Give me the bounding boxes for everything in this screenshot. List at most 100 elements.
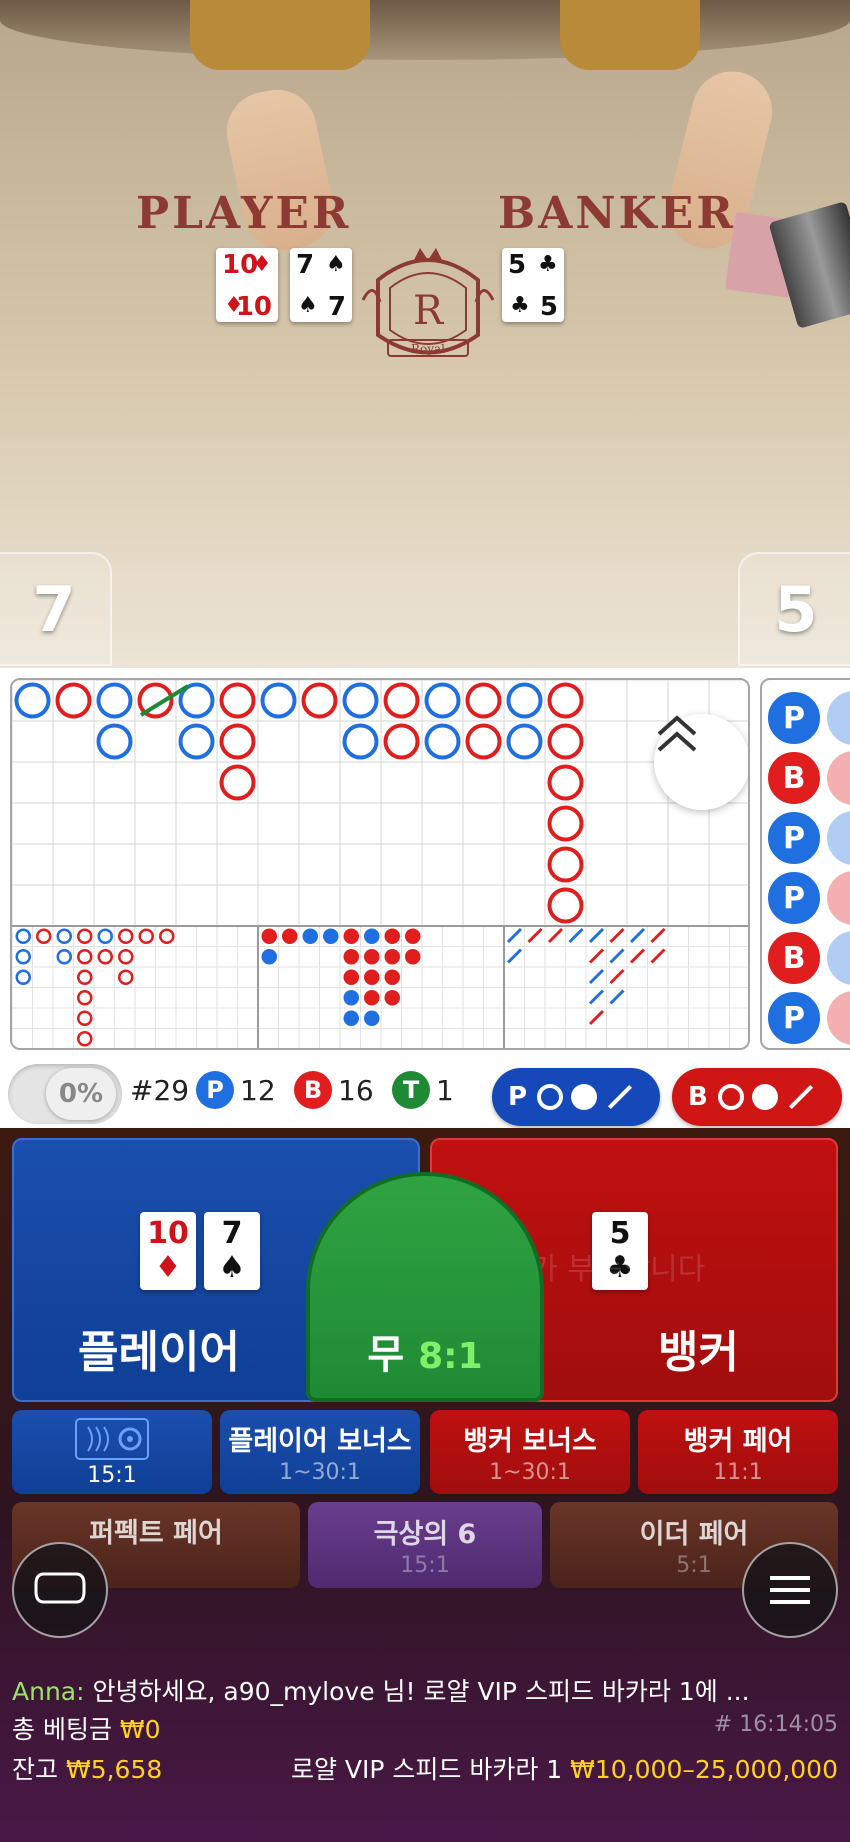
small-road-mark xyxy=(384,990,400,1006)
side-road-scoreboard: PBPPBP xyxy=(766,690,850,1046)
roadmap-stats-bar: 0% #29 P 12 B 16 T 1 P B xyxy=(0,1056,850,1126)
table-card-banker-1: 5 ♣ ♣ 5 xyxy=(502,248,564,322)
cockroach-road-mark xyxy=(609,989,625,1005)
big-road-banker-mark xyxy=(219,682,256,719)
banker-score-display: 5 xyxy=(738,552,850,666)
bead-road-partial-mark xyxy=(827,991,850,1045)
big-road-player-mark xyxy=(96,723,133,760)
super-six-bet[interactable]: 극상의 6 15:1 xyxy=(308,1502,542,1588)
small-road-mark xyxy=(282,928,298,944)
cockroach-road-mark xyxy=(650,927,666,944)
bead-road-banker-mark: B xyxy=(766,750,822,806)
banker-pair-bet[interactable]: 뱅커 페어 11:1 xyxy=(638,1410,838,1494)
big-road-grid[interactable] xyxy=(10,678,750,1050)
big-eye-road-mark xyxy=(118,969,134,985)
big-eye-road-mark xyxy=(97,928,113,944)
bead-road-partial-mark xyxy=(827,751,850,805)
big-road-banker-mark xyxy=(55,682,92,719)
side-road-panel[interactable]: PBPPBP xyxy=(760,678,850,1050)
banker-bonus-bet[interactable]: 뱅커 보너스 1~30:1 xyxy=(430,1410,630,1494)
big-eye-road-mark xyxy=(77,1010,93,1026)
cockroach-road-mark xyxy=(527,927,543,944)
table-card-player-2: 7 ♠ ♠ 7 xyxy=(290,248,352,322)
cockroach-road-mark xyxy=(629,927,646,944)
big-road-banker-mark xyxy=(547,887,584,924)
big-road-banker-mark xyxy=(219,723,256,760)
big-road-player-mark xyxy=(424,682,461,719)
bead-road-partial-mark xyxy=(827,811,850,865)
chat-button[interactable] xyxy=(12,1542,108,1638)
small-road-mark xyxy=(364,949,380,965)
tie-bet-spot[interactable]: 무 8:1 xyxy=(306,1172,544,1402)
hamburger-menu-icon xyxy=(770,1576,810,1604)
big-road-banker-mark xyxy=(547,723,584,760)
big-road-banker-mark xyxy=(547,846,584,883)
svg-text:P: P xyxy=(783,1001,805,1036)
big-road-player-mark xyxy=(506,682,543,719)
small-road-mark xyxy=(364,969,380,985)
table-card-player-1: 10 ♦ ♦ 10 xyxy=(216,248,278,322)
bead-road-player-mark: P xyxy=(766,810,822,866)
small-road-mark xyxy=(364,928,380,944)
small-road-mark xyxy=(405,928,421,944)
svg-text:P: P xyxy=(783,821,805,856)
banker-ask-button[interactable]: B xyxy=(672,1068,842,1126)
svg-text:R: R xyxy=(413,288,445,334)
banker-dot-icon: B xyxy=(294,1071,332,1109)
small-road-mark xyxy=(405,949,421,965)
balance: 잔고 ₩5,658 xyxy=(12,1755,163,1784)
small-road-mark xyxy=(384,969,400,985)
tie-count: T 1 xyxy=(392,1070,454,1110)
tie-dot-icon: T xyxy=(392,1071,430,1109)
big-road-player-mark xyxy=(424,723,461,760)
big-eye-road-mark xyxy=(97,949,113,965)
bead-road-banker-mark: B xyxy=(766,930,822,986)
royal-crest-logo: R Royal xyxy=(361,248,495,357)
big-road-banker-mark xyxy=(465,723,502,760)
table-player-label: PLAYER xyxy=(136,188,352,239)
player-score-display: 7 xyxy=(0,552,112,666)
big-road-player-mark xyxy=(260,682,297,719)
small-road-mark xyxy=(384,949,400,965)
big-road-banker-mark xyxy=(383,682,420,719)
big-eye-road-mark xyxy=(56,949,72,965)
toggle-knob: 0% xyxy=(46,1068,116,1120)
double-chevron-up-icon xyxy=(657,715,697,752)
big-road-banker-mark xyxy=(219,764,256,801)
player-bonus-bet[interactable]: 플레이어 보너스 1~30:1 xyxy=(220,1410,420,1494)
big-eye-road-mark xyxy=(159,928,175,944)
dealer-sleeve-right xyxy=(560,0,700,70)
player-win-count: P 12 xyxy=(196,1070,276,1110)
roadmap-panel: PBPPBP 0% #29 P 12 B 16 T 1 P B xyxy=(0,668,850,1128)
expand-roadmap-button[interactable] xyxy=(654,714,748,810)
dragon-bonus-bet[interactable]: 15:1 xyxy=(12,1410,212,1494)
cockroach-road-mark xyxy=(506,927,523,944)
player-bet-label: 플레이어 xyxy=(78,1327,240,1378)
table-name-and-limits: 로얄 VIP 스피드 바카라 1 ₩10,000–25,000,000 xyxy=(290,1755,838,1784)
small-road-mark xyxy=(343,928,359,944)
small-road-mark xyxy=(384,928,400,944)
chat-bubble-icon xyxy=(34,1572,86,1604)
cockroach-road-mark xyxy=(568,927,584,944)
player-ask-button[interactable]: P xyxy=(492,1068,660,1126)
big-road-player-mark xyxy=(342,723,379,760)
small-road-mark xyxy=(364,1010,380,1026)
big-eye-road-mark xyxy=(77,990,93,1006)
bead-road-partial-mark xyxy=(827,931,850,985)
big-eye-road-mark xyxy=(77,969,93,985)
big-eye-road-mark xyxy=(77,1031,93,1047)
cockroach-road-mark xyxy=(547,927,564,944)
cockroach-road-mark xyxy=(629,948,646,964)
side-bet-logo-icon xyxy=(75,1417,149,1460)
side-bet-odds: 15:1 xyxy=(87,1462,137,1488)
cockroach-road-mark xyxy=(609,927,625,944)
small-road-mark xyxy=(343,949,359,965)
betting-area: 10 ♦ 7 ♠ 플레이어 5 ♣ 뱅커 잔고가 부족합니다 무 8:1 15:1 플… xyxy=(0,1128,850,1842)
cockroach-road-mark xyxy=(609,968,625,985)
round-count: #29 xyxy=(130,1073,190,1107)
percentage-toggle[interactable]: 0% xyxy=(8,1064,122,1124)
big-road-banker-mark xyxy=(301,682,338,719)
menu-button[interactable] xyxy=(742,1542,838,1638)
cockroach-road-mark xyxy=(650,948,666,964)
big-road-banker-mark xyxy=(547,764,584,801)
